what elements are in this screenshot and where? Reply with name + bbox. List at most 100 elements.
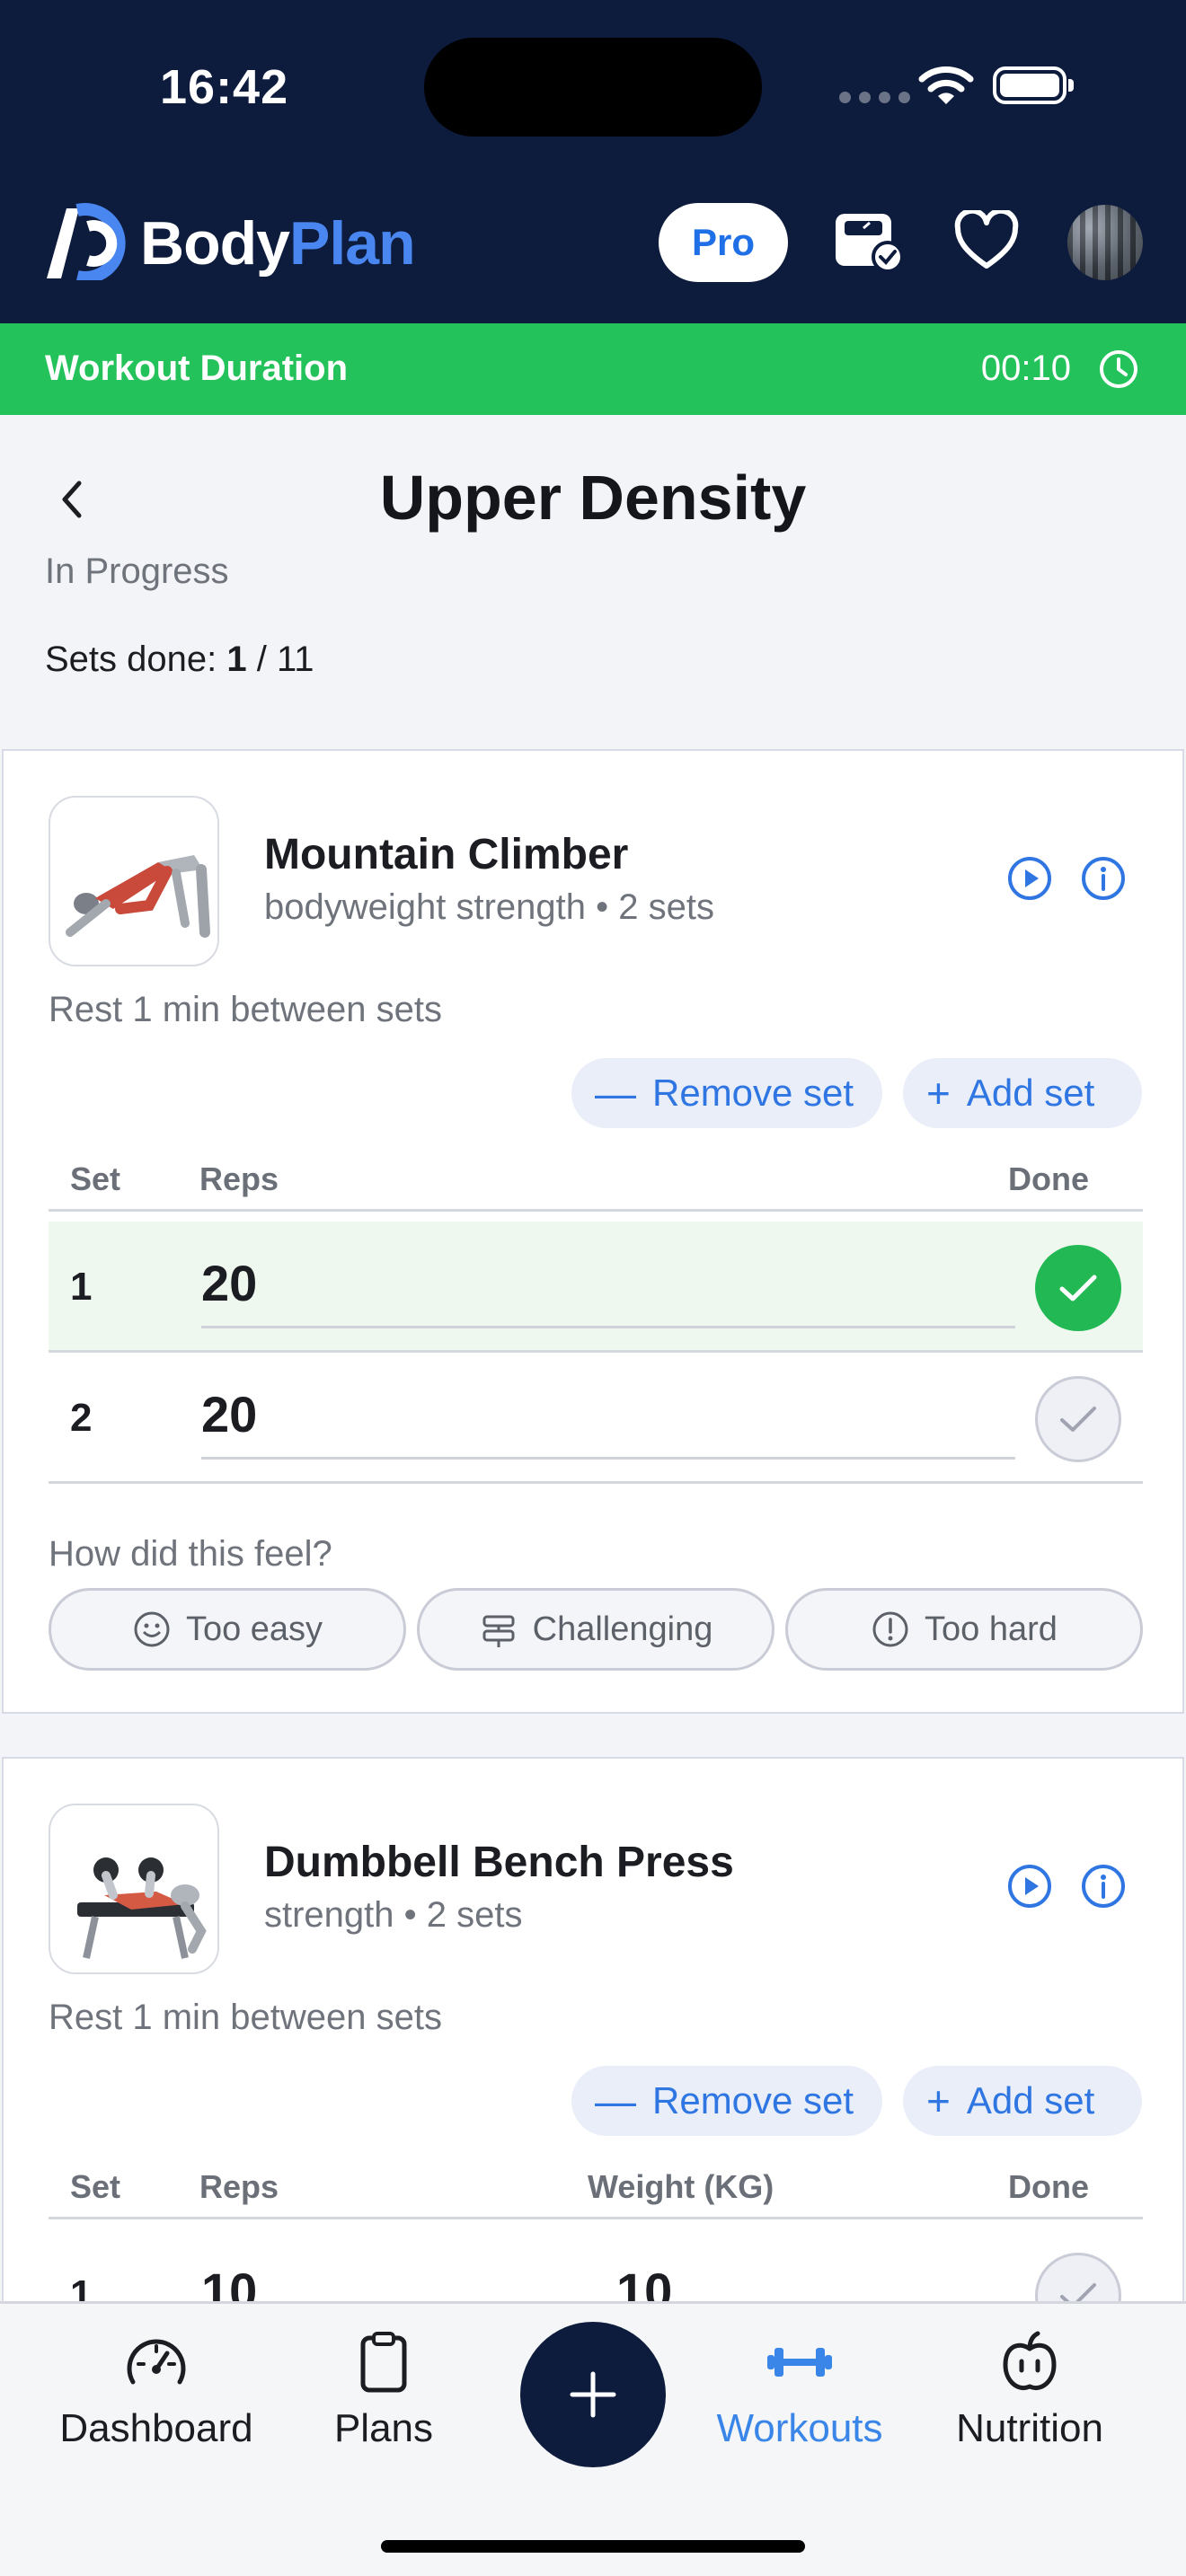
- checkmark-icon: [1060, 1407, 1096, 1432]
- exercise-thumbnail[interactable]: [49, 796, 219, 966]
- input-underline: [201, 1326, 1015, 1328]
- page-title: Upper Density: [379, 463, 807, 533]
- column-header-set: Set: [70, 2168, 121, 2205]
- exercise-card: Dumbbell Bench Press strength • 2 sets R…: [2, 1757, 1184, 2339]
- rest-text: Rest 1 min between sets: [49, 1998, 442, 2037]
- set-row: 2 20: [49, 1353, 1143, 1484]
- too-hard-label: Too hard: [925, 1610, 1058, 1648]
- column-header-reps: Reps: [199, 2168, 279, 2205]
- column-header-weight: Weight (KG): [588, 2168, 774, 2205]
- too-easy-button[interactable]: Too easy: [49, 1588, 406, 1671]
- plus-icon: +: [926, 1070, 951, 1116]
- play-icon[interactable]: [1006, 1863, 1053, 1910]
- signpost-icon: [482, 1615, 515, 1647]
- smile-icon: [134, 1611, 170, 1647]
- sets-done-count: 1: [226, 640, 247, 679]
- remove-set-button[interactable]: — Remove set: [571, 2066, 882, 2136]
- brand-name: BodyPlan: [140, 208, 416, 278]
- challenging-button[interactable]: Challenging: [417, 1588, 774, 1671]
- brand-part-plan: Plan: [289, 209, 416, 278]
- minus-icon: —: [595, 1070, 636, 1116]
- tab-workouts[interactable]: Workouts: [692, 2331, 907, 2451]
- feel-question: How did this feel?: [49, 1534, 332, 1574]
- sets-done-total: / 11: [246, 640, 314, 679]
- wifi-icon: [918, 66, 974, 104]
- add-set-label: Add set: [966, 2079, 1095, 2122]
- exercise-card: Mountain Climber bodyweight strength • 2…: [2, 749, 1184, 1714]
- remove-set-label: Remove set: [652, 1072, 854, 1114]
- heart-icon[interactable]: [954, 210, 1019, 271]
- info-icon[interactable]: [1080, 1863, 1127, 1910]
- remove-set-label: Remove set: [652, 2079, 854, 2122]
- column-header-done: Done: [1008, 2168, 1089, 2205]
- bottom-tab-bar: Dashboard Plans Workouts Nutrition: [0, 2301, 1186, 2576]
- remove-set-button[interactable]: — Remove set: [571, 1058, 882, 1128]
- exercise-subtitle: strength • 2 sets: [264, 1895, 523, 1935]
- add-set-label: Add set: [966, 1072, 1095, 1114]
- rest-text: Rest 1 min between sets: [49, 990, 442, 1029]
- pro-button[interactable]: Pro: [659, 203, 788, 282]
- exercise-name: Dumbbell Bench Press: [264, 1839, 734, 1886]
- add-set-button[interactable]: + Add set: [903, 1058, 1142, 1128]
- column-header-set: Set: [70, 1160, 121, 1197]
- tab-nutrition[interactable]: Nutrition: [922, 2331, 1137, 2451]
- workout-duration-bar: Workout Duration 00:10: [0, 323, 1186, 415]
- alert-icon: [872, 1611, 908, 1647]
- tab-dashboard[interactable]: Dashboard: [49, 2331, 264, 2451]
- set-done-checkbox[interactable]: [1035, 1245, 1121, 1331]
- dynamic-island: [424, 38, 762, 137]
- checkmark-icon: [1059, 1275, 1097, 1301]
- tab-plans[interactable]: Plans: [276, 2331, 491, 2451]
- too-easy-label: Too easy: [185, 1610, 323, 1648]
- brand-part-body: Body: [140, 209, 290, 278]
- tab-nutrition-label: Nutrition: [956, 2406, 1103, 2450]
- dumbbell-icon: [767, 2348, 832, 2377]
- header-divider: [49, 1209, 1143, 1212]
- mountain-climber-illustration: [66, 855, 210, 938]
- play-icon[interactable]: [1006, 855, 1053, 902]
- bench-press-illustration: [77, 1857, 207, 1959]
- workout-header: Upper Density In Progress Sets done: 1 /…: [0, 415, 1186, 749]
- too-hard-button[interactable]: Too hard: [785, 1588, 1143, 1671]
- column-header-done: Done: [1008, 1160, 1089, 1197]
- input-underline: [201, 1457, 1015, 1460]
- set-number: 1: [70, 1265, 93, 1309]
- exercise-subtitle: bodyweight strength • 2 sets: [264, 887, 714, 927]
- apple-icon: [1003, 2331, 1057, 2390]
- tab-dashboard-label: Dashboard: [59, 2406, 253, 2450]
- header-divider: [49, 2217, 1143, 2219]
- clipboard-icon: [360, 2332, 407, 2393]
- exercise-thumbnail[interactable]: [49, 1804, 219, 1974]
- reps-input[interactable]: 20: [201, 1254, 257, 1312]
- plus-icon: [570, 2371, 616, 2418]
- scale-check-icon[interactable]: [832, 208, 906, 273]
- duration-label: Workout Duration: [45, 348, 349, 388]
- plus-icon: +: [926, 2078, 951, 2124]
- add-set-button[interactable]: + Add set: [903, 2066, 1142, 2136]
- avatar[interactable]: [1067, 205, 1143, 280]
- sets-done-label: Sets done:: [45, 640, 227, 679]
- battery-icon: [993, 66, 1074, 104]
- duration-time: 00:10: [980, 348, 1071, 388]
- set-number: 2: [70, 1396, 93, 1440]
- signal-dots-icon: [839, 92, 910, 103]
- set-done-checkbox[interactable]: [1035, 1376, 1121, 1462]
- tab-workouts-label: Workouts: [716, 2406, 883, 2450]
- info-icon[interactable]: [1080, 855, 1127, 902]
- status-time: 16:42: [160, 60, 289, 114]
- reps-input[interactable]: 20: [201, 1385, 257, 1443]
- workout-status: In Progress: [45, 551, 229, 591]
- column-header-reps: Reps: [199, 1160, 279, 1197]
- sets-done: Sets done: 1 / 11: [45, 640, 314, 680]
- set-row: 1 20: [49, 1222, 1143, 1353]
- add-fab-button[interactable]: [520, 2322, 666, 2467]
- bodyplan-logo-icon: [47, 203, 126, 280]
- clock-icon: [1100, 350, 1137, 388]
- app-header: 16:42 BodyPlan Pro: [0, 0, 1186, 323]
- exercise-name: Mountain Climber: [264, 831, 629, 878]
- tab-plans-label: Plans: [333, 2406, 434, 2450]
- challenging-label: Challenging: [532, 1610, 713, 1648]
- minus-icon: —: [595, 2078, 636, 2124]
- home-indicator: [381, 2540, 805, 2553]
- speedometer-icon: [127, 2339, 186, 2385]
